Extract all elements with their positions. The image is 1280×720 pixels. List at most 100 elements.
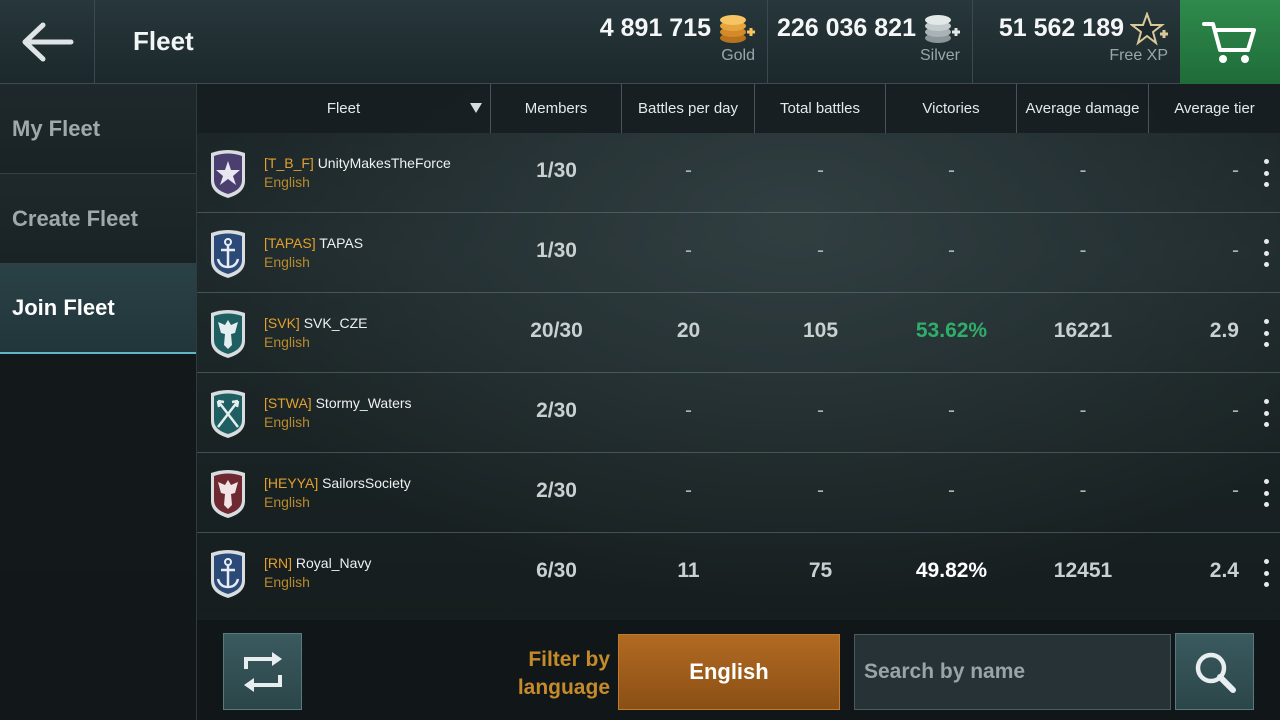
sidebar-item-label: Join Fleet bbox=[12, 295, 115, 320]
shop-cart-button[interactable] bbox=[1180, 0, 1280, 84]
star-icon bbox=[1130, 12, 1168, 46]
average-tier-value: 2.9 bbox=[1209, 319, 1239, 342]
gold-label: Gold bbox=[721, 47, 755, 64]
search-input[interactable] bbox=[864, 660, 1170, 684]
average-damage-value: - bbox=[1079, 479, 1087, 502]
fleet-list: [T_B_F] UnityMakesTheForce English 1/30 … bbox=[197, 133, 1280, 613]
battles-per-day-value: - bbox=[685, 399, 692, 422]
fleet-language: English bbox=[264, 334, 310, 350]
victories-value: - bbox=[948, 159, 955, 182]
fleet-language: English bbox=[264, 574, 310, 590]
fleet-name: [SVK] SVK_CZE bbox=[264, 315, 368, 331]
total-battles-value: - bbox=[817, 479, 824, 502]
fleet-title: Stormy_Waters bbox=[315, 395, 412, 411]
battles-per-day-value: - bbox=[685, 479, 692, 502]
members-value: 2/30 bbox=[536, 399, 577, 422]
total-battles-value: 105 bbox=[802, 319, 839, 342]
table-header: Fleet Members Battles per day Total batt… bbox=[197, 84, 1280, 133]
fleet-language: English bbox=[264, 414, 310, 430]
sidebar-item-label: Create Fleet bbox=[12, 205, 138, 231]
fleet-title: SailorsSociety bbox=[322, 475, 411, 491]
silver-label: Silver bbox=[919, 47, 960, 64]
fleet-title: UnityMakesTheForce bbox=[317, 155, 451, 171]
silver-coins-icon bbox=[925, 15, 960, 43]
anchor-emblem-icon bbox=[211, 550, 245, 598]
battles-per-day-value: 20 bbox=[676, 319, 701, 342]
members-value: 6/30 bbox=[536, 559, 577, 582]
search-button[interactable] bbox=[1175, 633, 1254, 710]
fleet-title: TAPAS bbox=[319, 235, 364, 251]
table-row[interactable]: [TAPAS] TAPAS English 1/30 - - - - - bbox=[197, 213, 1280, 293]
members-value: 20/30 bbox=[530, 319, 583, 342]
more-options-icon[interactable] bbox=[1258, 319, 1274, 347]
sidebar-item-my-fleet[interactable]: My Fleet bbox=[0, 84, 196, 174]
column-header-total-battles[interactable]: Total battles bbox=[755, 84, 886, 133]
table-row[interactable]: [HEYYA] SailorsSociety English 2/30 - - … bbox=[197, 453, 1280, 533]
battles-per-day-value: - bbox=[685, 239, 692, 262]
gold-balance[interactable]: 4 891 715 Gold bbox=[590, 0, 768, 84]
fleet-language: English bbox=[264, 494, 310, 510]
filter-bar: Filter by language English bbox=[197, 620, 1280, 720]
more-options-icon[interactable] bbox=[1258, 159, 1274, 187]
column-header-label: Average damage bbox=[1025, 100, 1140, 117]
table-row[interactable]: [RN] Royal_Navy English 6/30 11 75 49.82… bbox=[197, 533, 1280, 613]
total-battles-value: - bbox=[817, 399, 824, 422]
fleet-name: [TAPAS] TAPAS bbox=[264, 235, 363, 251]
sidebar-item-join-fleet[interactable]: Join Fleet bbox=[0, 264, 196, 354]
fleet-title: SVK_CZE bbox=[303, 315, 368, 331]
battles-per-day-value: 11 bbox=[677, 559, 700, 582]
silver-amount: 226 036 821 bbox=[776, 14, 916, 42]
average-tier-value: - bbox=[1232, 399, 1239, 422]
table-row[interactable]: [T_B_F] UnityMakesTheForce English 1/30 … bbox=[197, 133, 1280, 213]
more-options-icon[interactable] bbox=[1258, 399, 1274, 427]
column-header-average-damage[interactable]: Average damage bbox=[1017, 84, 1149, 133]
sidebar: My Fleet Create Fleet Join Fleet bbox=[0, 84, 197, 720]
victories-value: - bbox=[948, 479, 955, 502]
gold-coins-icon bbox=[720, 15, 755, 43]
victories-value: - bbox=[948, 239, 955, 262]
fleet-name: [T_B_F] UnityMakesTheForce bbox=[264, 155, 451, 171]
average-damage-value: - bbox=[1079, 399, 1087, 422]
average-tier-value: 2.4 bbox=[1209, 559, 1239, 582]
fleet-title: Royal_Navy bbox=[295, 555, 372, 571]
fleet-language: English bbox=[264, 174, 310, 190]
total-battles-value: - bbox=[817, 159, 824, 182]
fleet-tag: [SVK] bbox=[264, 315, 300, 331]
language-select-button[interactable]: English bbox=[618, 634, 840, 710]
column-header-battles-per-day[interactable]: Battles per day bbox=[622, 84, 755, 133]
average-damage-value: - bbox=[1079, 159, 1087, 182]
column-header-victories[interactable]: Victories bbox=[886, 84, 1017, 133]
table-row[interactable]: [STWA] Stormy_Waters English 2/30 - - - … bbox=[197, 373, 1280, 453]
back-button[interactable] bbox=[0, 0, 95, 84]
column-header-label: Battles per day bbox=[637, 100, 739, 117]
anchor-emblem-icon bbox=[211, 230, 245, 278]
eagle-emblem-icon bbox=[211, 470, 245, 518]
column-header-fleet[interactable]: Fleet bbox=[197, 84, 491, 133]
column-header-members[interactable]: Members bbox=[491, 84, 622, 133]
column-header-average-tier[interactable]: Average tier bbox=[1149, 84, 1280, 133]
more-options-icon[interactable] bbox=[1258, 479, 1274, 507]
fleet-tag: [T_B_F] bbox=[264, 155, 314, 171]
fleet-tag: [RN] bbox=[264, 555, 292, 571]
more-options-icon[interactable] bbox=[1258, 559, 1274, 587]
search-field[interactable] bbox=[854, 634, 1171, 710]
silver-balance[interactable]: 226 036 821 Silver bbox=[768, 0, 973, 84]
refresh-button[interactable] bbox=[223, 633, 302, 710]
total-battles-value: - bbox=[817, 239, 824, 262]
fleet-tag: [HEYYA] bbox=[264, 475, 319, 491]
column-header-label: Victories bbox=[922, 100, 980, 117]
search-icon bbox=[1195, 652, 1236, 693]
table-row[interactable]: [SVK] SVK_CZE English 20/30 20 105 53.62… bbox=[197, 293, 1280, 373]
free-xp-balance[interactable]: 51 562 189 Free XP bbox=[973, 0, 1180, 84]
total-battles-value: 75 bbox=[808, 559, 833, 582]
fleet-name: [STWA] Stormy_Waters bbox=[264, 395, 412, 411]
eagle-emblem-icon bbox=[211, 310, 245, 358]
column-header-label: Average tier bbox=[1174, 100, 1255, 117]
free-xp-amount: 51 562 189 bbox=[998, 14, 1124, 42]
refresh-icon bbox=[243, 651, 282, 692]
crossed-arrows-emblem-icon bbox=[211, 390, 245, 438]
sidebar-item-label: My Fleet bbox=[12, 115, 101, 141]
fleet-tag: [TAPAS] bbox=[264, 235, 316, 251]
more-options-icon[interactable] bbox=[1258, 239, 1274, 267]
sidebar-item-create-fleet[interactable]: Create Fleet bbox=[0, 174, 196, 264]
